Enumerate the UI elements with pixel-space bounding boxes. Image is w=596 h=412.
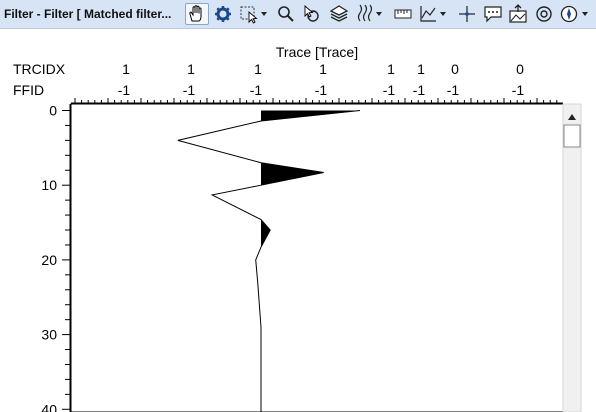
trace-plot[interactable]: Trace [Trace] TRCIDX 1 1 1 1 1 1 0 0FFID -1 -1 -1 -1… [0, 29, 596, 412]
header-value: -1 [315, 82, 328, 98]
scale-ruler-icon[interactable] [392, 3, 414, 25]
y-tick-label: 0 [49, 102, 57, 118]
pick-pointer-icon[interactable] [301, 3, 323, 25]
y-tick-label: 20 [41, 252, 57, 268]
scrollbar-thumb[interactable] [563, 124, 581, 148]
header-value: 1 [319, 61, 327, 77]
y-tick-label: 40 [41, 401, 57, 412]
plot-canvas [70, 103, 564, 412]
header-row-label: FFID [13, 82, 44, 98]
header-value: 0 [451, 61, 459, 77]
header-value: -1 [183, 82, 196, 98]
layers-icon[interactable] [328, 3, 350, 25]
selection-rect-icon[interactable] [238, 3, 272, 25]
graph-line-icon[interactable] [418, 3, 452, 25]
header-value: 0 [516, 61, 524, 77]
pan-hand-icon[interactable] [185, 3, 209, 25]
y-tick-label: 10 [41, 177, 57, 193]
zoom-magnifier-icon[interactable] [276, 3, 296, 25]
header-value: 1 [254, 61, 262, 77]
header-value: 1 [417, 61, 425, 77]
header-value: 1 [122, 61, 130, 77]
header-value: -1 [413, 82, 426, 98]
header-value: -1 [512, 82, 525, 98]
y-tick-label: 30 [41, 327, 57, 343]
header-value: -1 [250, 82, 263, 98]
zoom-extent-icon[interactable] [533, 3, 555, 25]
annotation-comment-icon[interactable] [482, 3, 504, 25]
wiggle-display-icon[interactable] [355, 3, 387, 25]
header-value: -1 [118, 82, 131, 98]
crosshair-icon[interactable] [456, 3, 478, 25]
header-value: 1 [387, 61, 395, 77]
header-value: 1 [187, 61, 195, 77]
header-value: -1 [447, 82, 460, 98]
header-value: -1 [383, 82, 396, 98]
gear-icon[interactable] [213, 3, 233, 25]
chart-title: Trace [Trace] [276, 44, 358, 60]
header-row-label: TRCIDX [13, 61, 66, 77]
vertical-scrollbar[interactable] [562, 103, 582, 412]
window-titlebar: Filter - Filter [ Matched filter... [0, 0, 596, 29]
seismic-plot-area: Trace [Trace] TRCIDX 1 1 1 1 1 1 0 0 FFID -1 -1 -1 -1… [0, 29, 596, 412]
compass-icon[interactable] [559, 3, 593, 25]
window-title: Filter - Filter [ Matched filter... [4, 7, 172, 21]
export-image-icon[interactable] [507, 3, 529, 25]
